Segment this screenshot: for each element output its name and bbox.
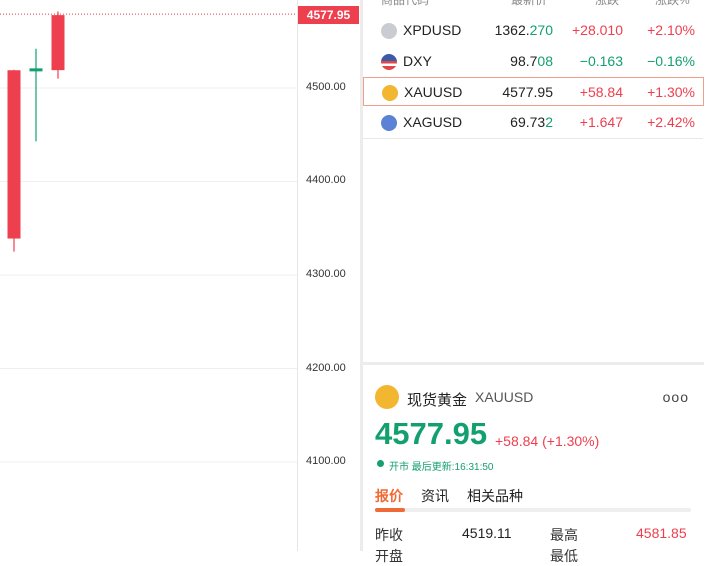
row-last-main: 1362.	[494, 22, 530, 38]
gold-icon	[382, 85, 398, 101]
current-price-tag: 4577.95	[298, 6, 359, 24]
tab-indicator	[375, 508, 405, 512]
divider	[363, 138, 703, 139]
symbol-name: 现货黄金	[407, 392, 468, 409]
row-last-tail: 270	[529, 22, 553, 38]
row-change-pct: +1.30%	[647, 84, 695, 100]
market-status: 开市 最后更新:16:31:50	[389, 462, 494, 473]
gold-icon	[375, 385, 399, 409]
price-change: +58.84 (+1.30%)	[495, 433, 600, 449]
row-change-pct: +2.10%	[647, 22, 695, 38]
low-label: 最低	[550, 548, 578, 564]
row-symbol: XPDUSD	[403, 22, 462, 38]
row-change-pct: −0.16%	[647, 53, 695, 69]
candle-body	[7, 70, 21, 239]
row-last-main: 4577.95	[502, 84, 553, 100]
open-label: 开盘	[375, 548, 403, 564]
row-last-tail: 08	[537, 53, 553, 69]
prev-close-label: 昨收	[375, 527, 403, 543]
candle-body	[29, 68, 43, 72]
watchlist-row-xauusd[interactable]: XAUUSD 4577.95 +58.84 +1.30%	[363, 77, 704, 106]
price-axis: 4577.95 4500.00 4400.00 4300.00 4200.00 …	[297, 0, 361, 551]
row-last-tail: 2	[545, 114, 553, 130]
watchlist-header: 商品代码 最新价 涨跌 涨跌%	[363, 0, 703, 7]
high-label: 最高	[550, 527, 578, 543]
axis-label: 4300.00	[306, 268, 346, 280]
row-last: 69.732	[510, 114, 553, 130]
header-chg[interactable]: 涨跌	[595, 0, 619, 8]
current-price: 4577.95	[375, 416, 488, 451]
row-change: +58.84	[579, 84, 623, 100]
row-symbol: XAUUSD	[404, 84, 463, 100]
silver-icon	[381, 115, 397, 131]
row-change: +28.010	[572, 22, 623, 38]
watchlist: 商品代码 最新价 涨跌 涨跌% XPDUSD 1362.270 +28.010 …	[363, 0, 711, 365]
symbol-code: XAUUSD	[475, 389, 534, 405]
row-change: −0.163	[579, 53, 623, 69]
axis-label: 4200.00	[306, 362, 346, 374]
row-last: 4577.95	[502, 84, 553, 100]
symbol-detail-panel: 现货黄金 XAUUSD ooo 4577.95 +58.84 (+1.30%) …	[363, 365, 704, 564]
header-code[interactable]: 商品代码	[381, 0, 429, 8]
header-pct[interactable]: 涨跌%	[655, 0, 690, 8]
row-symbol: DXY	[403, 53, 432, 69]
candlestick-chart[interactable]	[0, 0, 297, 551]
header-last[interactable]: 最新价	[511, 0, 547, 8]
palladium-icon	[381, 23, 397, 39]
row-last: 1362.270	[495, 22, 553, 38]
tab-related[interactable]: 相关品种	[467, 486, 523, 506]
row-last-main: 98.7	[510, 53, 538, 69]
candle-body	[51, 15, 65, 71]
tab-news[interactable]: 资讯	[421, 486, 449, 506]
chart-canvas[interactable]	[0, 0, 297, 551]
row-last: 98.708	[510, 53, 553, 69]
market-open-dot-icon	[377, 460, 384, 467]
prev-close-value: 4519.11	[462, 525, 512, 541]
row-symbol: XAGUSD	[403, 114, 463, 130]
tab-track	[375, 508, 691, 512]
watchlist-row-xpdusd[interactable]: XPDUSD 1362.270 +28.010 +2.10%	[363, 16, 703, 45]
axis-label: 4100.00	[306, 455, 346, 467]
row-last-main: 69.73	[510, 114, 546, 130]
watchlist-row-xagusd[interactable]: XAGUSD 69.732 +1.647 +2.42%	[363, 108, 703, 137]
row-change: +1.647	[579, 114, 623, 130]
axis-label: 4500.00	[306, 81, 346, 93]
more-options-icon[interactable]: ooo	[663, 389, 689, 405]
watchlist-row-dxy[interactable]: DXY 98.708 −0.163 −0.16%	[363, 47, 703, 76]
tab-quote[interactable]: 报价	[375, 486, 403, 506]
row-change-pct: +2.42%	[647, 114, 695, 130]
axis-label: 4400.00	[306, 174, 346, 186]
us-flag-icon	[381, 54, 397, 70]
high-value: 4581.85	[636, 525, 687, 541]
